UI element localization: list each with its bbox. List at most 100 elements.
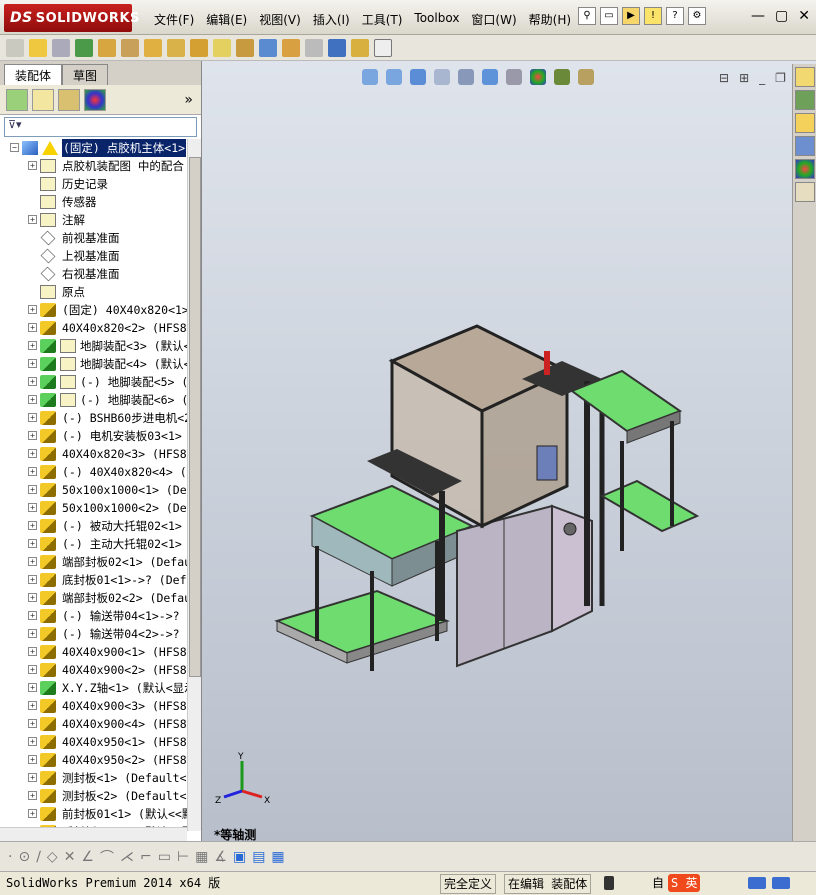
collapse-icon[interactable]: − xyxy=(10,143,19,152)
assembly-features-icon[interactable] xyxy=(190,38,208,57)
tree-item[interactable]: + (-) 40X40x820<4> (HFS xyxy=(0,463,187,481)
tree-item[interactable]: + (-) 输送带04<2>->? ( xyxy=(0,625,187,643)
tray-icon[interactable] xyxy=(772,877,790,889)
tree-filter[interactable]: ⊽▾ xyxy=(4,117,197,137)
hide-show-items-icon[interactable] xyxy=(506,69,522,85)
move-component-icon[interactable] xyxy=(144,38,162,57)
expand-icon[interactable]: + xyxy=(28,773,37,782)
tree-item[interactable]: +50x100x1000<2> (Defau xyxy=(0,499,187,517)
tree-item[interactable]: 上视基准面 xyxy=(0,247,187,265)
menu-item-0[interactable]: 文件(F) xyxy=(148,9,200,30)
previous-view-icon[interactable] xyxy=(410,69,426,85)
tree-item[interactable]: + (-) 被动大托辊02<1> xyxy=(0,517,187,535)
mate-icon[interactable] xyxy=(75,38,93,57)
view-palette-icon[interactable] xyxy=(795,136,815,156)
view-settings-icon[interactable] xyxy=(578,69,594,85)
trim-icon[interactable]: ✕ xyxy=(64,849,76,865)
apply-scene-icon[interactable] xyxy=(554,69,570,85)
expand-icon[interactable]: + xyxy=(28,161,37,170)
tree-item[interactable]: 原点 xyxy=(0,283,187,301)
expand-icon[interactable]: + xyxy=(28,413,37,422)
angle-icon[interactable]: ∡ xyxy=(214,849,227,865)
explode-line-icon[interactable] xyxy=(305,38,323,57)
minimize-icon[interactable]: — xyxy=(751,8,765,24)
tree-item[interactable]: + 注解 xyxy=(0,211,187,229)
expand-panel-icon[interactable]: » xyxy=(184,92,193,108)
tree-item[interactable]: + (-) 地脚装配<6> ( xyxy=(0,391,187,409)
instant3d-icon[interactable] xyxy=(328,38,346,57)
tree-item[interactable]: +40X40x900<3> (HFS8-6k xyxy=(0,697,187,715)
tree-item[interactable]: + 地脚装配<3> (默认< xyxy=(0,337,187,355)
expand-icon[interactable]: + xyxy=(28,629,37,638)
rectangle-icon[interactable]: ▭ xyxy=(158,849,171,865)
tree-item[interactable]: + (固定) 40X40x820<1> xyxy=(0,301,187,319)
expand-icon[interactable]: + xyxy=(28,359,37,368)
design-library-icon[interactable] xyxy=(795,90,815,110)
point-icon[interactable]: · xyxy=(8,849,12,865)
expand-icon[interactable]: + xyxy=(28,431,37,440)
custom-properties-icon[interactable] xyxy=(795,182,815,202)
expand-icon[interactable]: + xyxy=(28,341,37,350)
solidworks-resources-icon[interactable] xyxy=(795,67,815,87)
tree-item[interactable]: +40X40x950<1> (HFS8-6k xyxy=(0,733,187,751)
expand-icon[interactable]: + xyxy=(28,395,37,404)
linear-pattern-icon[interactable] xyxy=(98,38,116,57)
viewport-restore-icon[interactable]: ❐ xyxy=(775,71,786,85)
solidworks-logo[interactable]: DS SOLIDWORKS xyxy=(4,4,139,32)
tree-vertical-scrollbar[interactable] xyxy=(187,139,201,831)
tree-item[interactable]: + 测封板<1> (Default<<D xyxy=(0,769,187,787)
pin-icon[interactable]: ⚲ xyxy=(578,7,596,25)
paperclip-icon[interactable] xyxy=(52,38,70,57)
tree-item[interactable]: 前视基准面 xyxy=(0,229,187,247)
tree-item[interactable]: +40X40x820<3> (HFS8-6k xyxy=(0,445,187,463)
expand-icon[interactable]: + xyxy=(28,485,37,494)
section-view-icon[interactable] xyxy=(434,69,450,85)
tree-item[interactable]: + 测封板<2> (Default<<D xyxy=(0,787,187,805)
warning-icon[interactable]: ! xyxy=(644,7,662,25)
split-horizontal-icon[interactable]: ⊟ xyxy=(719,71,729,85)
property-manager-icon[interactable] xyxy=(32,88,54,111)
expand-icon[interactable]: + xyxy=(28,791,37,800)
display-manager-icon[interactable] xyxy=(84,88,106,111)
tree-item[interactable]: +40X40x900<2> (HFS8-6k xyxy=(0,661,187,679)
tree-item[interactable]: +40X40x950<2> (HFS8-6k xyxy=(0,751,187,769)
expand-icon[interactable]: + xyxy=(28,683,37,692)
tree-item[interactable]: + 点胶机装配图 中的配合 xyxy=(0,157,187,175)
new-part-icon[interactable] xyxy=(29,38,47,57)
tree-item[interactable]: + 端部封板02<2> (Defaul xyxy=(0,589,187,607)
tree-item[interactable]: 传感器 xyxy=(0,193,187,211)
help-icon[interactable]: ? xyxy=(666,7,684,25)
keyboard-icon[interactable] xyxy=(748,877,766,889)
expand-icon[interactable]: + xyxy=(28,449,37,458)
tree-item[interactable]: +50x100x1000<1> (Defau xyxy=(0,481,187,499)
grid-icon[interactable]: ▦ xyxy=(195,849,208,865)
tree-root[interactable]: − (固定) 点胶机主体<1> xyxy=(0,139,187,157)
insert-component-icon[interactable] xyxy=(6,38,24,57)
open-folder-icon[interactable]: ▶ xyxy=(622,7,640,25)
corner-icon[interactable]: ⌐ xyxy=(140,849,152,865)
zoom-to-fit-icon[interactable] xyxy=(362,69,378,85)
expand-icon[interactable]: + xyxy=(28,377,37,386)
display-style-icon[interactable] xyxy=(482,69,498,85)
edit-appearance-icon[interactable] xyxy=(530,69,546,85)
extend-icon[interactable]: ∠ xyxy=(81,849,94,865)
close-icon[interactable]: ✕ xyxy=(798,8,810,24)
menu-item-4[interactable]: 工具(T) xyxy=(356,9,409,30)
tree-item[interactable]: + 端部封板02<1> (Defaul xyxy=(0,553,187,571)
menu-item-5[interactable]: Toolbox xyxy=(408,9,465,30)
tree-item[interactable]: +40X40x900<4> (HFS8-6k xyxy=(0,715,187,733)
expand-icon[interactable]: + xyxy=(28,701,37,710)
tree-item[interactable]: + 底封板01<1>->? (Defau xyxy=(0,571,187,589)
tree-horizontal-scrollbar[interactable] xyxy=(0,827,187,841)
file-explorer-icon[interactable] xyxy=(795,113,815,133)
offset-icon[interactable]: ⌒ xyxy=(100,847,114,867)
tab-sketch[interactable]: 草图 xyxy=(62,64,109,85)
tree-item[interactable]: + (-) 地脚装配<5> ( xyxy=(0,373,187,391)
expand-icon[interactable]: + xyxy=(28,593,37,602)
display-table-icon[interactable]: ▦ xyxy=(271,849,284,865)
tree-item[interactable]: 右视基准面 xyxy=(0,265,187,283)
options-gear-icon[interactable]: ⚙ xyxy=(688,7,706,25)
menu-item-1[interactable]: 编辑(E) xyxy=(200,9,253,30)
tree-item[interactable]: + (-) 电机安装板03<1> - xyxy=(0,427,187,445)
tree-item[interactable]: + 地脚装配<4> (默认< xyxy=(0,355,187,373)
